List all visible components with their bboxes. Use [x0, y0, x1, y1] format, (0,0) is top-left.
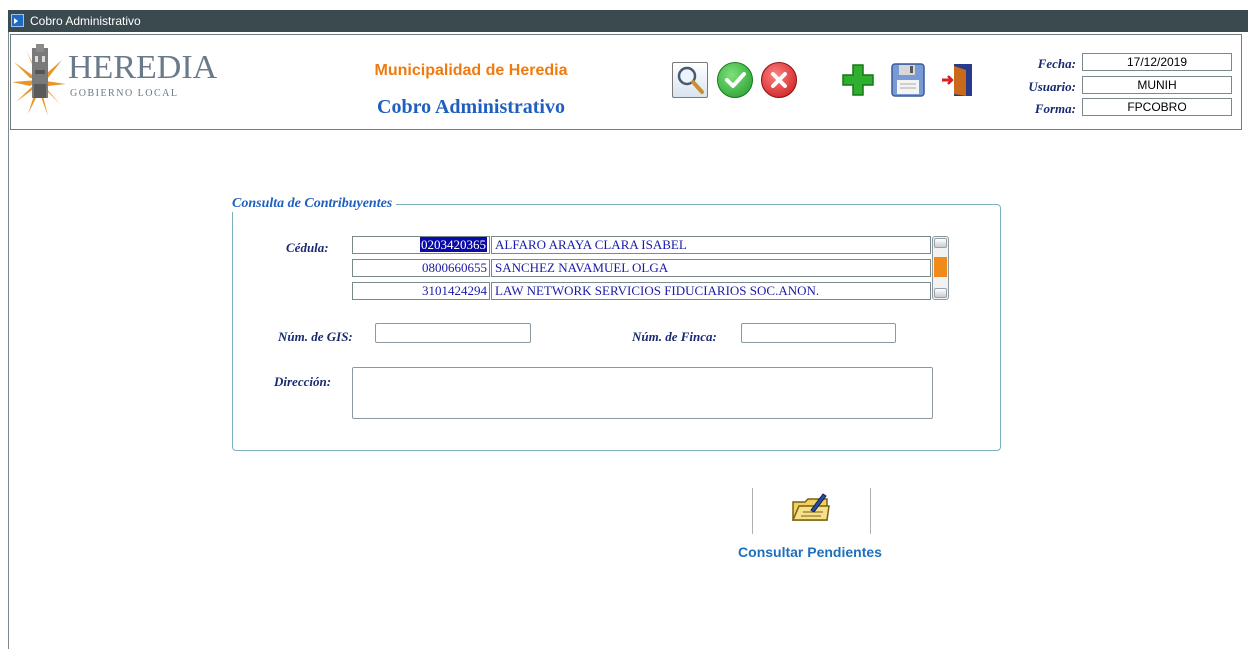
- cedula-label: Cédula:: [286, 240, 329, 255]
- logo-title: HEREDIA: [68, 49, 218, 86]
- cedula-cell[interactable]: 0800660655: [352, 259, 490, 277]
- consulta-group-title: Consulta de Contribuyentes: [230, 196, 397, 212]
- window-title: Cobro Administrativo: [30, 14, 141, 28]
- usuario-field: MUNIH: [1082, 76, 1232, 94]
- direccion-label: Dirección:: [274, 374, 332, 389]
- logo-subtitle: GOBIERNO LOCAL: [70, 88, 179, 99]
- institution-name: Municipalidad de Heredia: [374, 62, 568, 79]
- exit-button[interactable]: [940, 62, 976, 98]
- finca-label: Núm. de Finca:: [632, 329, 717, 344]
- nombre-cell[interactable]: ALFARO ARAYA CLARA ISABEL: [491, 236, 931, 254]
- direccion-input[interactable]: [352, 367, 933, 419]
- consultar-pendientes-button[interactable]: [752, 488, 871, 534]
- gis-input[interactable]: [375, 323, 531, 343]
- window-title-bar: Cobro Administrativo: [8, 10, 1248, 32]
- check-icon: [725, 72, 746, 88]
- window-left-border: [8, 32, 9, 649]
- nombre-cell[interactable]: SANCHEZ NAVAMUEL OLGA: [491, 259, 931, 277]
- forma-label: Forma:: [1034, 101, 1076, 116]
- gis-label: Núm. de GIS:: [278, 329, 353, 344]
- forma-field: FPCOBRO: [1082, 98, 1232, 116]
- finca-input[interactable]: [741, 323, 896, 343]
- fecha-label: Fecha:: [1037, 56, 1076, 71]
- search-button[interactable]: [672, 62, 708, 98]
- accept-button[interactable]: [717, 62, 753, 98]
- floppy-icon: [891, 63, 925, 97]
- cedula-cell[interactable]: 3101424294: [352, 282, 490, 300]
- scroll-thumb[interactable]: [934, 257, 947, 277]
- heredia-logo-icon: [12, 40, 66, 120]
- add-button[interactable]: [840, 62, 876, 98]
- consultar-pendientes-label[interactable]: Consultar Pendientes: [720, 544, 900, 560]
- cedula-cell[interactable]: 0203420365: [352, 236, 490, 254]
- scroll-down-arrow-icon[interactable]: [934, 288, 947, 298]
- form-title: Cobro Administrativo: [377, 96, 565, 118]
- plus-icon: [842, 64, 874, 96]
- save-button[interactable]: [890, 62, 926, 98]
- nombre-cell[interactable]: LAW NETWORK SERVICIOS FIDUCIARIOS SOC.AN…: [491, 282, 931, 300]
- folder-pen-icon: [791, 493, 830, 521]
- exit-door-icon: [942, 64, 972, 96]
- scroll-up-arrow-icon[interactable]: [934, 238, 947, 248]
- usuario-label: Usuario:: [1028, 79, 1076, 94]
- cancel-button[interactable]: [761, 62, 797, 98]
- selected-cedula: 0203420365: [420, 237, 487, 252]
- app-icon: [11, 14, 24, 27]
- results-scrollbar[interactable]: [932, 236, 949, 300]
- cancel-icon: [771, 72, 787, 88]
- magnifier-icon: [677, 66, 704, 94]
- fecha-field: 17/12/2019: [1082, 53, 1232, 71]
